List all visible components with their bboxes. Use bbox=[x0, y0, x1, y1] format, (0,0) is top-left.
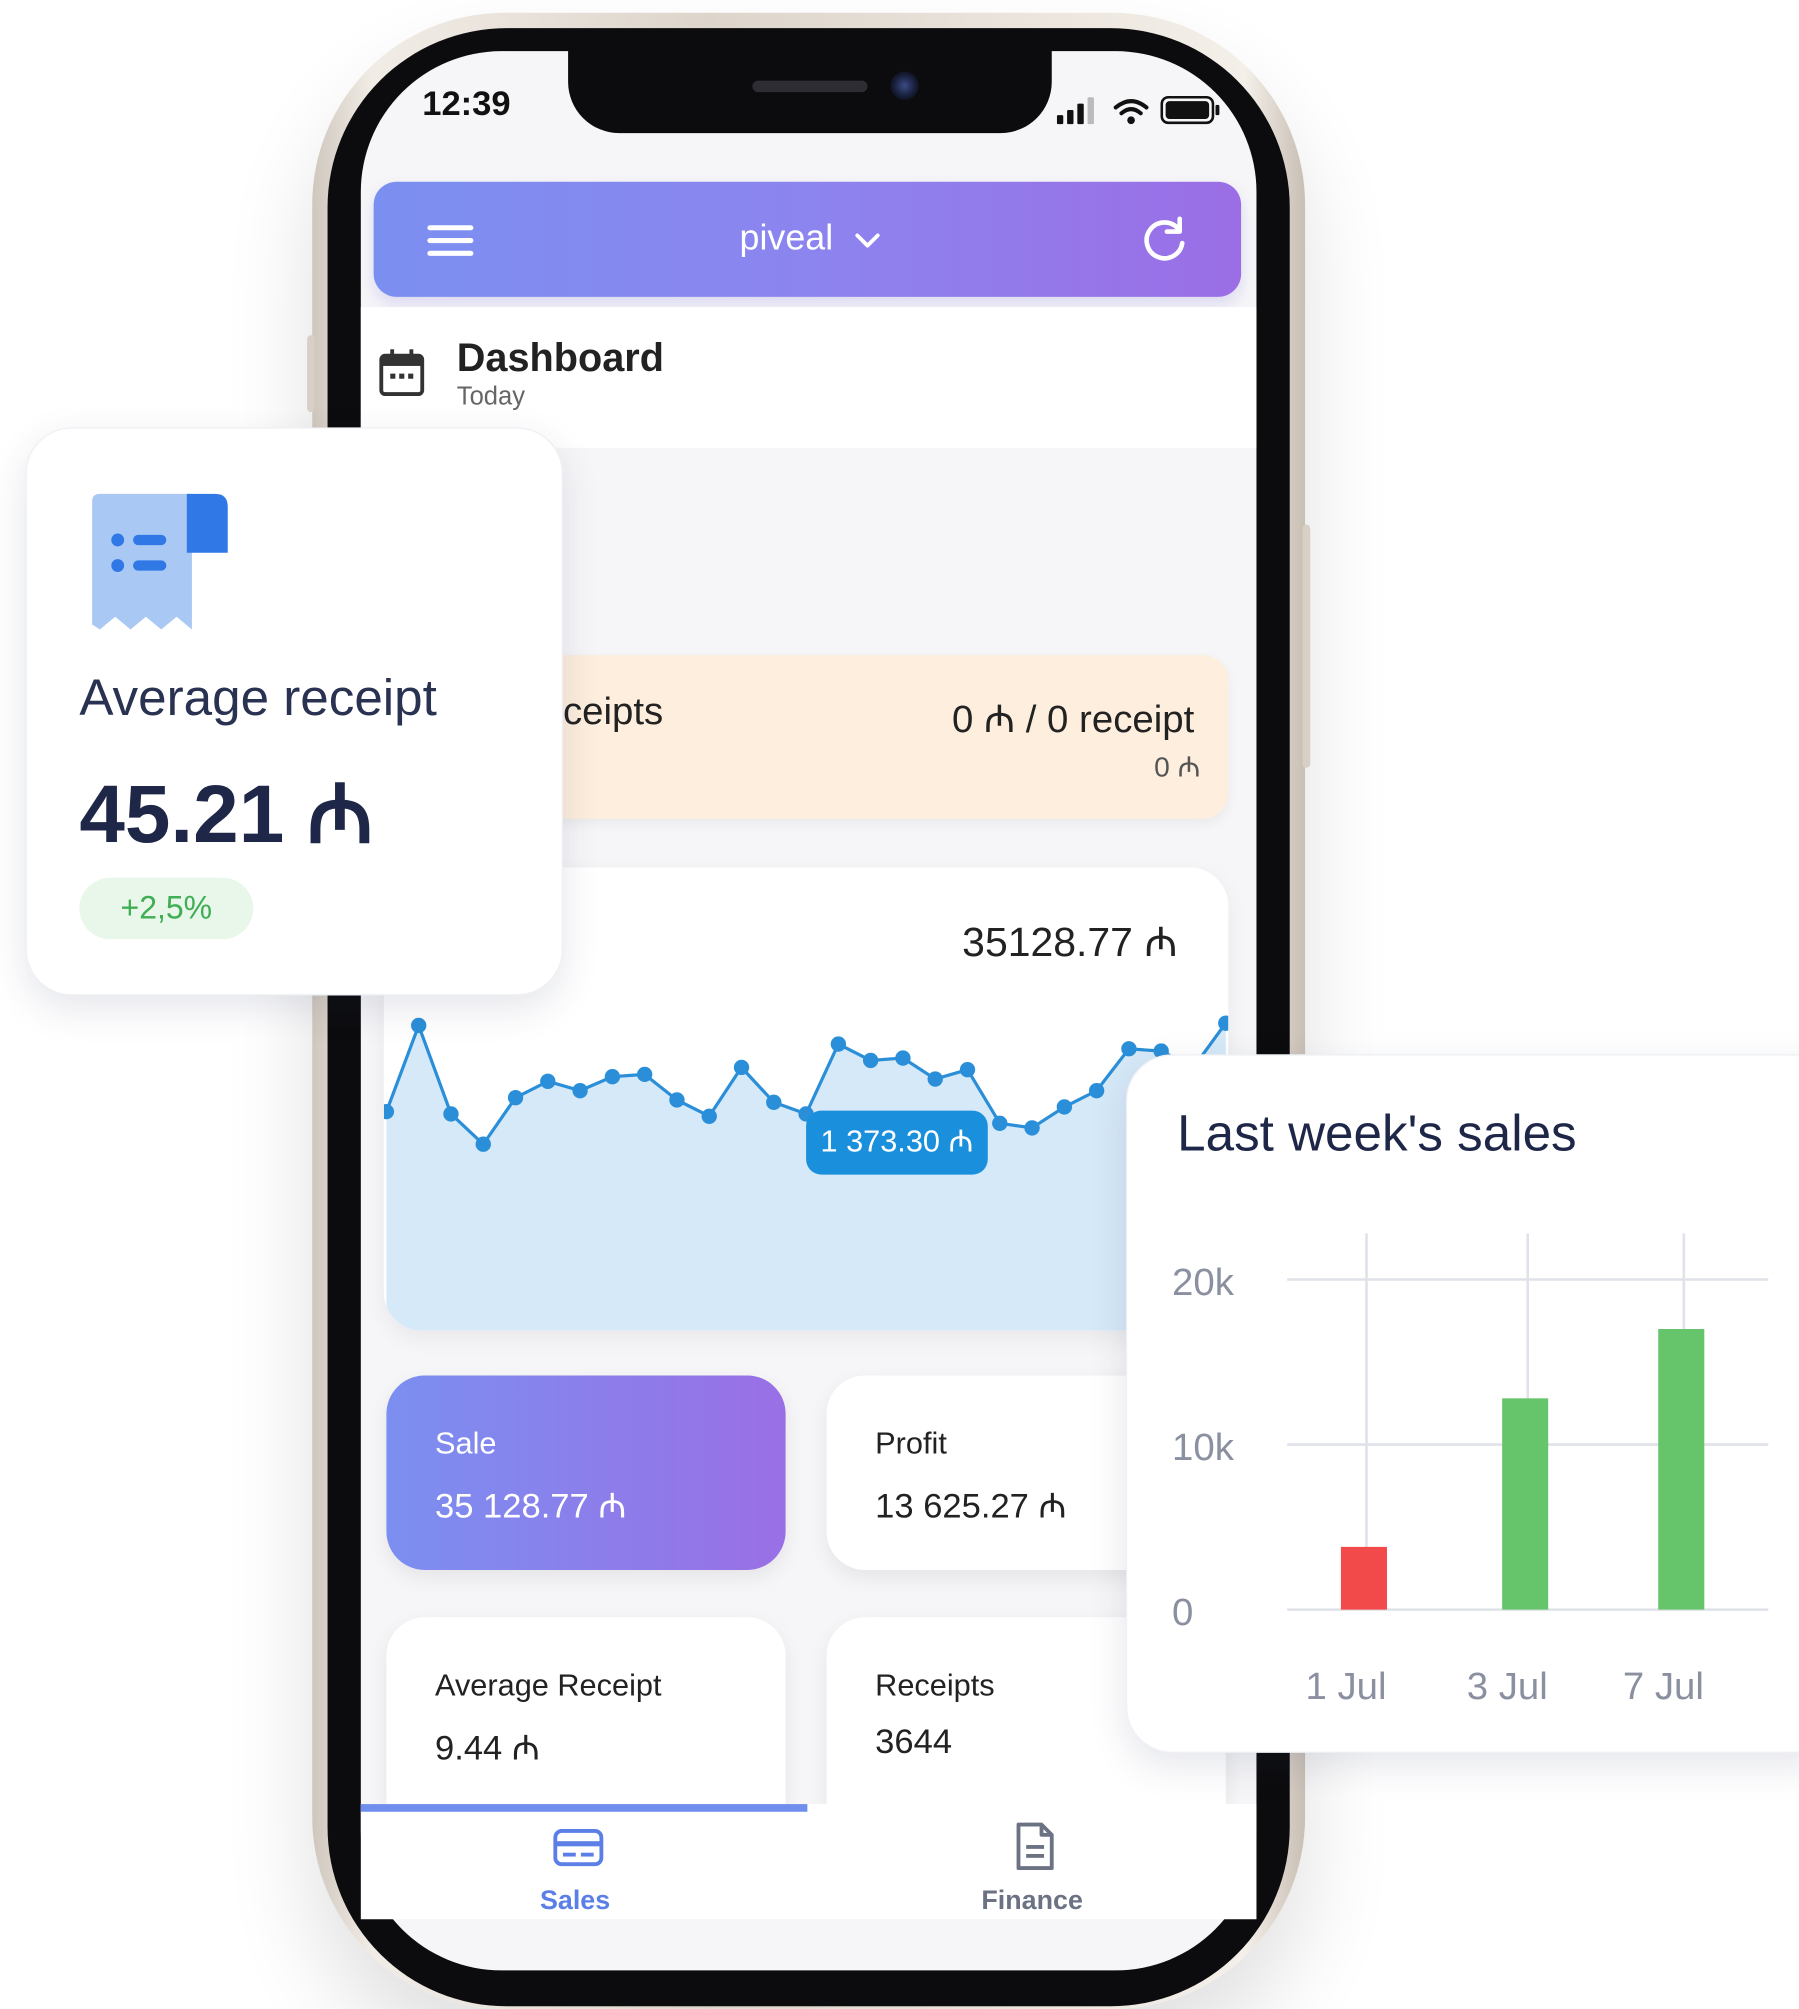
chevron-down-icon bbox=[855, 233, 880, 248]
sales-point-16 bbox=[895, 1050, 911, 1066]
chart-tooltip: 1 373.30 ₼ bbox=[806, 1110, 988, 1175]
bar-7-Jul bbox=[1658, 1329, 1705, 1610]
sales-point-10 bbox=[701, 1108, 717, 1124]
sales-point-7 bbox=[604, 1069, 621, 1085]
status-time: 12:39 bbox=[422, 84, 511, 123]
average-receipt-value: 45.21 ₼ bbox=[79, 767, 374, 860]
refresh-icon[interactable] bbox=[1139, 215, 1190, 266]
metric-card-sale[interactable]: Sale 35 128.77 ₼ bbox=[386, 1375, 786, 1570]
metric-label: Profit bbox=[875, 1426, 947, 1462]
bar-3-Jul bbox=[1502, 1398, 1549, 1610]
sales-point-6 bbox=[572, 1082, 588, 1099]
x-tick-label: 1 Jul bbox=[1306, 1665, 1387, 1708]
app-header: piveal bbox=[373, 181, 1242, 297]
sales-point-9 bbox=[669, 1092, 685, 1108]
metric-value: 13 625.27 ₼ bbox=[875, 1486, 1067, 1526]
battery-icon bbox=[1160, 95, 1220, 125]
bar-1-Jul bbox=[1340, 1546, 1387, 1610]
metric-value: 9.44 ₼ bbox=[435, 1728, 540, 1767]
sales-point-11 bbox=[733, 1059, 750, 1076]
y-tick-label: 20k bbox=[1172, 1261, 1235, 1304]
sales-point-18 bbox=[959, 1062, 976, 1078]
sales-point-12 bbox=[766, 1094, 782, 1110]
sales-point-14 bbox=[830, 1036, 847, 1052]
phone-notch bbox=[568, 38, 1052, 134]
change-badge: +2,5% bbox=[79, 877, 254, 940]
bottom-tab-bar bbox=[360, 1804, 1257, 1920]
period-label[interactable]: Today bbox=[457, 383, 525, 412]
metric-value: 3644 bbox=[875, 1722, 953, 1761]
y-tick-label: 0 bbox=[1172, 1591, 1193, 1634]
receipts-sub-value: 0 ₼ bbox=[1154, 751, 1201, 784]
tab-sales[interactable]: Sales bbox=[540, 1886, 610, 1917]
active-tab-indicator bbox=[360, 1804, 808, 1812]
sales-point-2 bbox=[443, 1106, 459, 1122]
speaker-grille bbox=[752, 80, 868, 93]
sales-total: 35128.77 ₼ bbox=[962, 918, 1178, 965]
metric-card-average-receipt[interactable]: Average Receipt 9.44 ₼ bbox=[386, 1617, 786, 1805]
x-tick-label: 7 Jul bbox=[1623, 1665, 1704, 1708]
metric-label: Receipts bbox=[875, 1668, 995, 1704]
receipts-value: 0 ₼ / 0 receipt bbox=[951, 698, 1195, 741]
y-tick-label: 10k bbox=[1172, 1426, 1235, 1469]
card-icon[interactable] bbox=[553, 1827, 604, 1868]
sales-point-1 bbox=[411, 1017, 427, 1034]
sales-point-15 bbox=[862, 1052, 879, 1069]
sales-point-8 bbox=[636, 1066, 653, 1083]
receipts-label: ceipts bbox=[562, 690, 664, 734]
sales-point-3 bbox=[475, 1136, 491, 1152]
tab-finance[interactable]: Finance bbox=[981, 1886, 1083, 1917]
sales-point-5 bbox=[540, 1073, 556, 1090]
bar-chart-title: Last week's sales bbox=[1177, 1105, 1577, 1162]
status-icons bbox=[1056, 95, 1220, 125]
sales-point-20 bbox=[1024, 1120, 1040, 1136]
sales-point-26 bbox=[1218, 1015, 1229, 1031]
metric-label: Sale bbox=[435, 1426, 497, 1462]
signal-icon bbox=[1056, 97, 1094, 125]
calendar-icon[interactable] bbox=[379, 348, 425, 397]
sales-area bbox=[386, 1023, 1226, 1331]
menu-icon[interactable] bbox=[427, 225, 474, 256]
sales-point-4 bbox=[507, 1089, 524, 1106]
sales-point-17 bbox=[927, 1071, 943, 1087]
page-title: Dashboard bbox=[456, 335, 664, 381]
sales-point-22 bbox=[1088, 1082, 1105, 1099]
sales-point-19 bbox=[992, 1115, 1008, 1131]
wifi-icon bbox=[1113, 99, 1149, 125]
sales-point-21 bbox=[1056, 1099, 1073, 1115]
metric-label: Average Receipt bbox=[435, 1668, 662, 1704]
phone-power-button bbox=[1302, 524, 1311, 768]
receipt-icon bbox=[92, 493, 228, 630]
average-receipt-title: Average receipt bbox=[79, 670, 437, 727]
front-camera bbox=[890, 71, 919, 100]
store-name: piveal bbox=[739, 217, 834, 258]
document-icon[interactable] bbox=[1013, 1822, 1057, 1871]
store-selector[interactable]: piveal bbox=[740, 218, 882, 259]
sales-point-23 bbox=[1121, 1041, 1137, 1057]
last-week-bar-chart: 0 10k 20k 1 Jul 3 Jul 7 Jul bbox=[1172, 1233, 1769, 1708]
phone-side-button bbox=[307, 335, 315, 412]
scene: 12:39 piveal Dashboard Today ceipts 0 ₼ … bbox=[0, 0, 1799, 2009]
x-tick-label: 3 Jul bbox=[1467, 1665, 1548, 1708]
metric-value: 35 128.77 ₼ bbox=[435, 1486, 627, 1526]
